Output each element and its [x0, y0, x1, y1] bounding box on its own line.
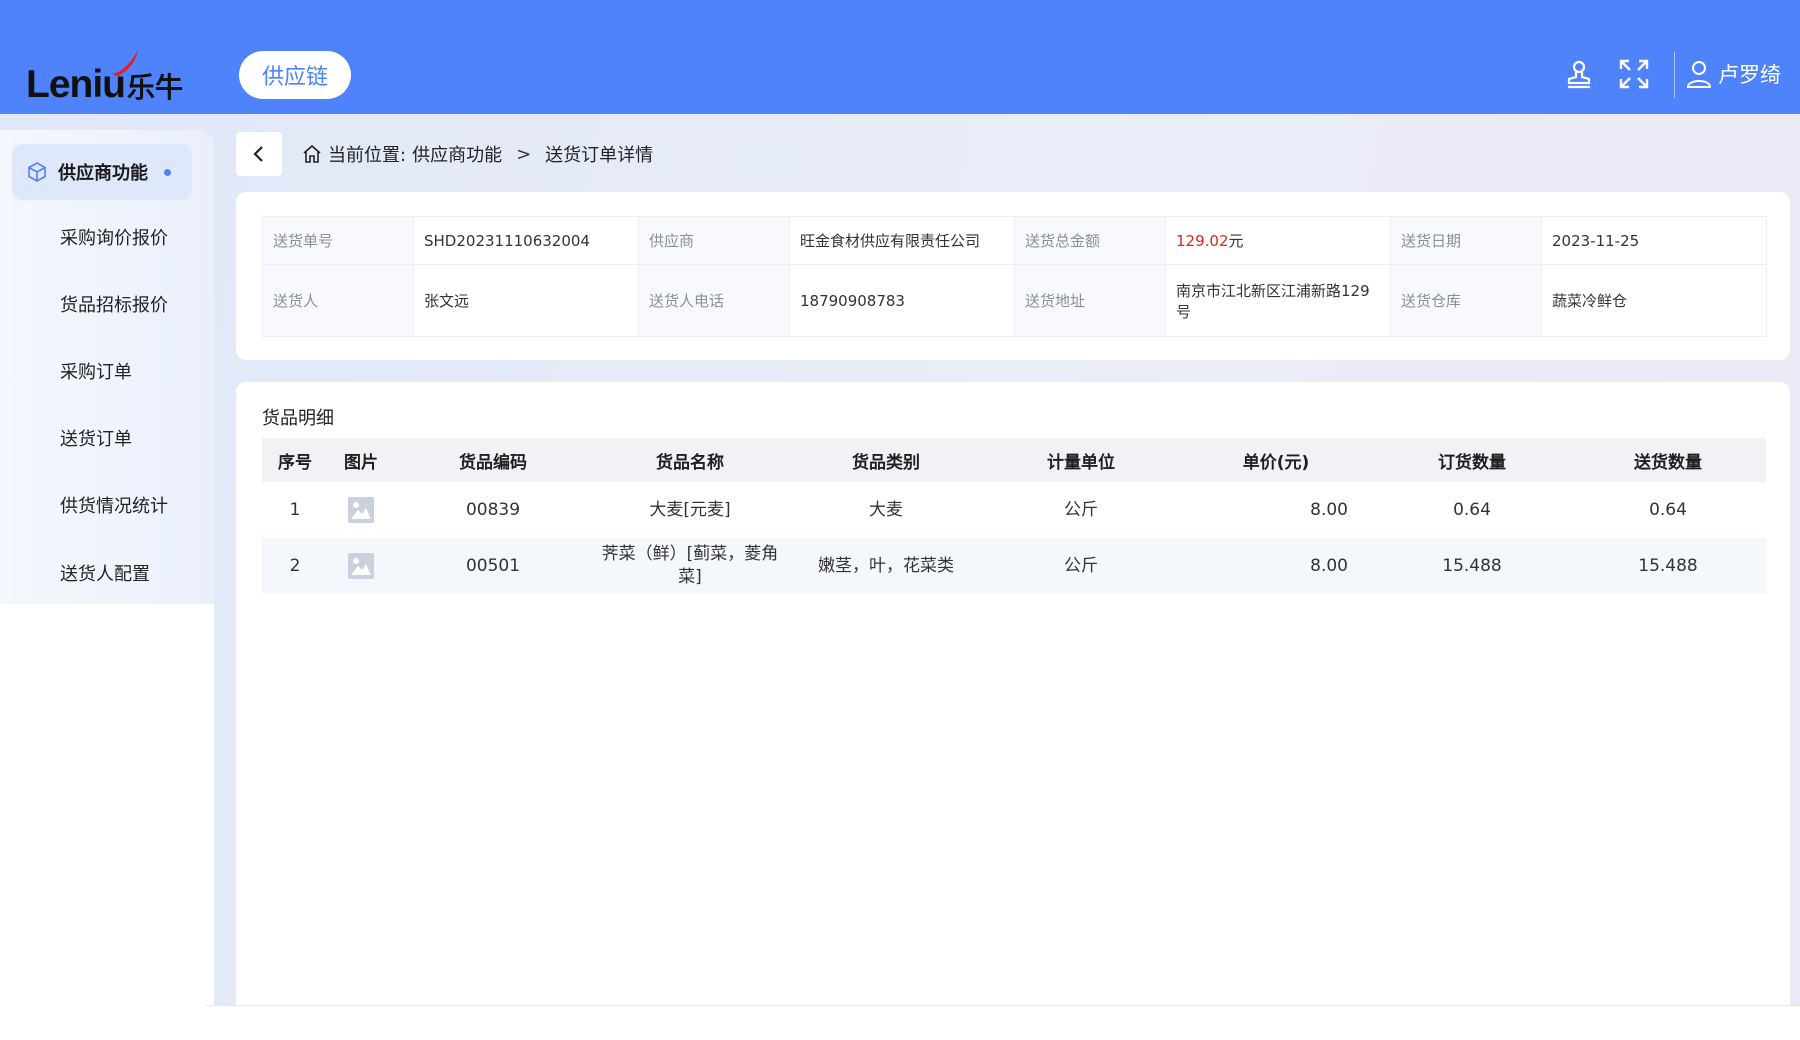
active-dot [164, 168, 171, 176]
row-code: 00501 [394, 538, 592, 594]
row-name: 荠菜（鲜）[蓟菜，菱角菜] [592, 538, 788, 594]
module-switch-button[interactable]: 供应链 [239, 51, 351, 99]
row-price: 8.00 [1310, 499, 1348, 520]
row-code: 00839 [465, 499, 521, 520]
deliverer-phone-value: 18790908783 [789, 264, 1015, 337]
goods-section-title: 货品明细 [262, 408, 334, 429]
row-name: 大麦[元麦] [649, 499, 731, 520]
col-name: 货品名称 [592, 438, 788, 482]
cube-icon [28, 162, 46, 182]
total-amount-value: 129.02元 [1165, 216, 1391, 265]
warehouse-label: 送货仓库 [1390, 264, 1542, 337]
col-image: 图片 [328, 438, 394, 482]
sidebar: 供应商功能 采购询价报价 货品招标报价 采购订单 送货订单 供货情况统计 送货人… [0, 130, 214, 1006]
order-no-label: 送货单号 [262, 216, 414, 265]
table-row: 2 00501 荠菜（鲜）[蓟菜，菱角菜] 嫩茎，叶，花菜类 公斤 8.00 1… [262, 538, 1766, 594]
user-menu[interactable]: 卢罗绮 [1686, 56, 1781, 92]
sidebar-active-label: 供应商功能 [58, 163, 148, 184]
stamp-icon[interactable] [1560, 55, 1598, 93]
sidebar-item-purchase-order[interactable]: 采购订单 [60, 358, 200, 388]
delivery-date-label: 送货日期 [1390, 216, 1542, 265]
user-icon [1686, 61, 1712, 88]
goods-table: 序号 图片 货品编码 货品名称 货品类别 计量单位 单价(元) 订货数量 送货数… [262, 438, 1766, 594]
deliverer-value: 张文远 [413, 264, 639, 337]
row-order-qty: 15.488 [1374, 538, 1570, 594]
breadcrumb-section[interactable]: 供应商功能 [412, 141, 502, 167]
supplier-label: 供应商 [638, 216, 790, 265]
row-index: 1 [289, 499, 301, 520]
warehouse-value: 蔬菜冷鲜仓 [1541, 264, 1767, 337]
row-image [328, 538, 394, 594]
goods-detail-card: 货品明细 序号 图片 货品编码 货品名称 货品类别 计量单位 单价(元) 订货数… [236, 382, 1790, 1006]
table-row: 1 00839 大麦[元麦] 大麦 公斤 8.00 0.64 0.64 [262, 482, 1766, 538]
row-price: 8.00 [1178, 538, 1374, 594]
logo: Leniu 乐牛 [26, 44, 186, 104]
order-no-value: SHD20231110632004 [413, 216, 639, 265]
row-index: 2 [262, 538, 328, 594]
col-order-qty: 订货数量 [1374, 438, 1570, 482]
back-button[interactable] [236, 132, 282, 176]
sidebar-item-supply-stats[interactable]: 供货情况统计 [60, 492, 200, 522]
col-category: 货品类别 [788, 438, 984, 482]
chevron-left-icon [253, 146, 263, 162]
image-placeholder-icon[interactable] [348, 497, 374, 523]
col-unit: 计量单位 [984, 438, 1178, 482]
logo-swoosh-icon [112, 50, 138, 76]
col-index: 序号 [262, 438, 328, 482]
fullscreen-icon[interactable] [1615, 55, 1653, 93]
delivery-info-table: 送货单号 SHD20231110632004 供应商 旺金食材供应有限责任公司 … [262, 216, 1767, 337]
row-unit: 公斤 [984, 538, 1178, 594]
total-amount-number: 129.02 [1176, 232, 1229, 250]
user-name: 卢罗绮 [1718, 63, 1781, 87]
delivery-date-value: 2023-11-25 [1541, 216, 1767, 265]
breadcrumb-prefix: 当前位置: [328, 145, 407, 166]
breadcrumb-separator: > [516, 143, 532, 165]
supplier-value: 旺金食材供应有限责任公司 [789, 216, 1015, 265]
page-bottom-line [206, 1005, 1800, 1006]
row-category: 大麦 [869, 499, 903, 520]
row-deliver-qty: 15.488 [1570, 538, 1766, 594]
row-order-qty: 0.64 [1453, 499, 1491, 520]
header-divider [1674, 52, 1675, 98]
sidebar-item-inquiry-quote[interactable]: 采购询价报价 [60, 224, 200, 254]
breadcrumb: 当前位置: 供应商功能 > 送货订单详情 [302, 138, 653, 170]
breadcrumb-page: 送货订单详情 [545, 145, 654, 166]
delivery-address-label: 送货地址 [1014, 264, 1166, 337]
col-price: 单价(元) [1178, 438, 1374, 482]
home-icon [303, 144, 321, 163]
delivery-address-value: 南京市江北新区江浦新路129号 [1165, 264, 1391, 337]
image-placeholder-icon[interactable] [348, 553, 374, 579]
row-deliver-qty: 0.64 [1649, 499, 1687, 520]
row-image [328, 482, 394, 538]
sidebar-item-deliverer-config[interactable]: 送货人配置 [60, 560, 200, 590]
top-header: Leniu 乐牛 供应链 卢罗绮 [0, 0, 1800, 114]
total-amount-label: 送货总金额 [1014, 216, 1166, 265]
goods-table-header: 序号 图片 货品编码 货品名称 货品类别 计量单位 单价(元) 订货数量 送货数… [262, 438, 1766, 482]
sidebar-item-delivery-order[interactable]: 送货订单 [60, 425, 200, 455]
row-category: 嫩茎，叶，花菜类 [788, 538, 984, 594]
delivery-info-card: 送货单号 SHD20231110632004 供应商 旺金食材供应有限责任公司 … [236, 192, 1790, 360]
deliverer-phone-label: 送货人电话 [638, 264, 790, 337]
deliverer-label: 送货人 [262, 264, 414, 337]
col-deliver-qty: 送货数量 [1570, 438, 1766, 482]
row-unit: 公斤 [1064, 499, 1098, 520]
col-code: 货品编码 [394, 438, 592, 482]
sidebar-item-bid-quote[interactable]: 货品招标报价 [60, 291, 200, 321]
total-amount-unit: 元 [1228, 232, 1244, 250]
sidebar-item-supplier-functions[interactable]: 供应商功能 [12, 144, 192, 200]
